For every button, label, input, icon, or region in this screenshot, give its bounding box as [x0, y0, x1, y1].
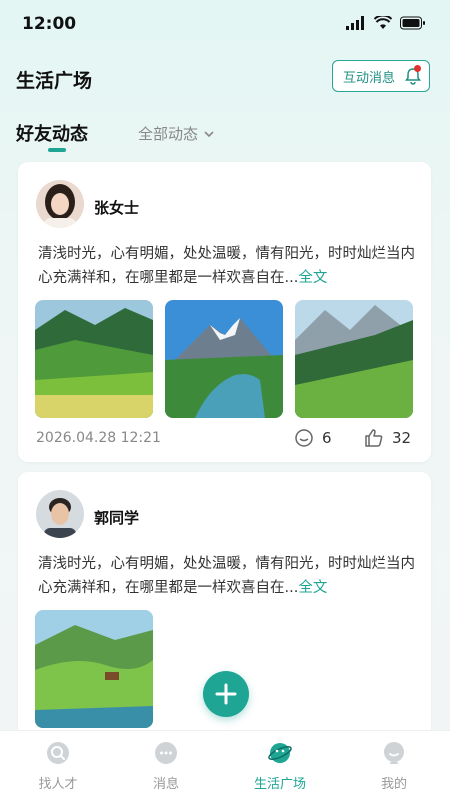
tabbar-item-messages[interactable]: 消息: [110, 731, 222, 800]
status-bar: 12:00: [0, 0, 450, 48]
profile-icon: [384, 742, 404, 764]
feed-tabs: 好友动态 全部动态: [0, 116, 450, 156]
tabbar-item-life-square[interactable]: 生活广场: [224, 731, 336, 800]
post-photo[interactable]: [35, 610, 153, 728]
tab-all-feed[interactable]: 全部动态: [138, 123, 214, 144]
post-card[interactable]: 张女士 清浅时光，心有明媚，处处温暖，情有阳光，时时灿烂当内心充满祥和，在哪里都…: [18, 162, 431, 462]
bottom-tab-bar: 找人才 消息 生活广场 我的: [0, 730, 450, 800]
battery-icon: [400, 16, 425, 30]
tab-active-indicator: [48, 148, 66, 152]
read-more-link[interactable]: 全文: [298, 270, 327, 286]
read-more-link[interactable]: 全文: [298, 580, 327, 596]
status-time: 12:00: [22, 14, 77, 34]
interact-messages-button[interactable]: 互动消息: [332, 60, 430, 92]
planet-icon: [268, 743, 292, 763]
thumbs-up-icon: [365, 429, 383, 447]
post-body: 清浅时光，心有明媚，处处温暖，情有阳光，时时灿烂当内心充满祥和，在哪里都是一样欢…: [38, 556, 415, 596]
interact-messages-label: 互动消息: [343, 70, 396, 86]
notification-dot: [414, 65, 421, 72]
header: 生活广场 互动消息: [0, 52, 450, 104]
post-photo[interactable]: [35, 300, 153, 418]
author-name[interactable]: 张女士: [94, 197, 139, 218]
tabbar-label: 消息: [152, 777, 179, 792]
wifi-icon: [374, 16, 392, 29]
add-post-button[interactable]: [203, 671, 249, 717]
tabbar-label: 生活广场: [253, 777, 306, 792]
comment-count[interactable]: 6: [294, 428, 332, 448]
signal-icon: [346, 16, 364, 30]
post-body: 清浅时光，心有明媚，处处温暖，情有阳光，时时灿烂当内心充满祥和，在哪里都是一样欢…: [38, 246, 415, 286]
avatar[interactable]: [36, 490, 84, 538]
page-title: 生活广场: [16, 70, 93, 92]
tabbar-item-profile[interactable]: 我的: [338, 731, 450, 800]
status-icons: [346, 16, 426, 30]
tabbar-label: 我的: [380, 777, 407, 792]
chat-bubble-icon: [155, 742, 177, 764]
post-photo[interactable]: [295, 300, 413, 418]
like-count[interactable]: 32: [364, 428, 411, 448]
search-person-icon: [47, 742, 69, 764]
plus-icon: [215, 683, 237, 705]
tabbar-label: 找人才: [38, 777, 78, 792]
author-name[interactable]: 郭同学: [94, 507, 139, 528]
post-text: 清浅时光，心有明媚，处处温暖，情有阳光，时时灿烂当内心充满祥和，在哪里都是一样欢…: [38, 552, 418, 600]
comment-count-value: 6: [322, 429, 332, 447]
post-timestamp: 2026.04.28 12:21: [36, 430, 161, 446]
tabbar-item-find-talent[interactable]: 找人才: [2, 731, 114, 800]
post-photo[interactable]: [165, 300, 283, 418]
tab-friends-feed[interactable]: 好友动态: [16, 120, 88, 146]
tab-all-label: 全部动态: [138, 125, 199, 143]
comment-icon: [295, 429, 313, 447]
avatar[interactable]: [36, 180, 84, 228]
like-count-value: 32: [392, 429, 412, 447]
post-text: 清浅时光，心有明媚，处处温暖，情有阳光，时时灿烂当内心充满祥和，在哪里都是一样欢…: [38, 242, 418, 290]
chevron-down-icon: [204, 130, 214, 137]
